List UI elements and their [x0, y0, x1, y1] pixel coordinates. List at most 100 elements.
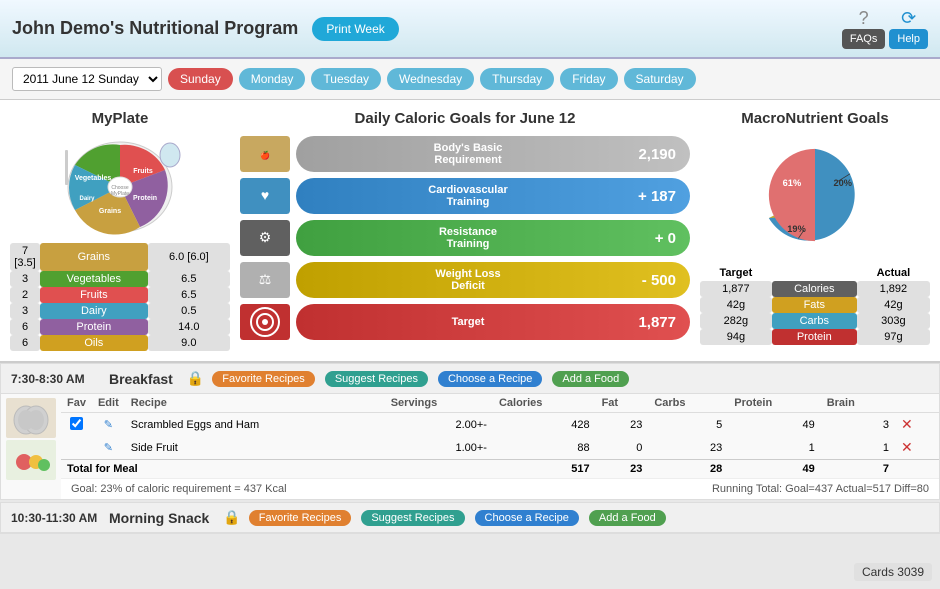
- friday-button[interactable]: Friday: [560, 68, 617, 90]
- faqs-button[interactable]: FAQs: [842, 29, 886, 49]
- morning-snack-header: 10:30-11:30 AM Morning Snack 🔒 Favorite …: [1, 503, 939, 533]
- myplate-table: 7 [3.5] Grains 6.0 [6.0] 3 Vegetables 6.…: [10, 243, 230, 351]
- breakfast-add-food-button[interactable]: Add a Food: [552, 371, 629, 387]
- caloric-img-resistance: ⚙: [240, 220, 290, 256]
- tuesday-button[interactable]: Tuesday: [311, 68, 381, 90]
- saturday-button[interactable]: Saturday: [624, 68, 696, 90]
- caloric-img-deficit: ⚖: [240, 262, 290, 298]
- caloric-row-cardio: ♥ CardiovascularTraining + 187: [240, 177, 690, 215]
- breakfast-section: 7:30-8:30 AM Breakfast 🔒 Favorite Recipe…: [0, 363, 940, 500]
- breakfast-name: Breakfast: [109, 371, 173, 387]
- fruit-delete-button[interactable]: ✕: [901, 439, 913, 456]
- svg-text:19%: 19%: [787, 224, 805, 234]
- macro-title: MacroNutrient Goals: [700, 110, 930, 127]
- lock-icon: 🔒: [187, 370, 204, 387]
- breakfast-total-label: Total for Meal: [61, 460, 385, 479]
- monday-button[interactable]: Monday: [239, 68, 306, 90]
- caloric-row-deficit: ⚖ Weight LossDeficit - 500: [240, 261, 690, 299]
- morning-snack-name: Morning Snack: [109, 510, 209, 526]
- header-icons: ? FAQs ⟳ Help: [842, 8, 928, 49]
- svg-text:⚙: ⚙: [259, 229, 272, 245]
- fruit-protein: 1: [728, 436, 820, 460]
- col-fat: Fat: [596, 394, 649, 413]
- myplate-dairy-row: 3 Dairy 0.5: [10, 303, 230, 319]
- fruit-edit-icon[interactable]: ✎: [104, 442, 113, 454]
- macro-section: MacroNutrient Goals 61% 19% 20%: [700, 110, 930, 351]
- caloric-img-basic: 🍎: [240, 136, 290, 172]
- breakfast-time: 7:30-8:30 AM: [11, 372, 101, 386]
- svg-text:♥: ♥: [261, 187, 269, 203]
- caloric-bar-target: Target 1,877: [296, 304, 690, 340]
- breakfast-total-row: Total for Meal 517 23 28 49 7: [61, 460, 939, 479]
- myplate-section: MyPlate: [10, 110, 230, 351]
- breakfast-table-header: Fav Edit Recipe Servings Calories Fat Ca…: [61, 394, 939, 413]
- snack-favorite-recipes-button[interactable]: Favorite Recipes: [249, 510, 352, 526]
- svg-text:20%: 20%: [833, 178, 851, 188]
- breakfast-total-calories: 517: [493, 460, 596, 479]
- breakfast-table-container: Fav Edit Recipe Servings Calories Fat Ca…: [61, 394, 939, 499]
- eggs-protein: 49: [728, 413, 820, 437]
- fruit-carbs: 23: [648, 436, 728, 460]
- caloric-rows: 🍎 Body's BasicRequirement 2,190 ♥ Cardio…: [240, 135, 690, 341]
- app-title: John Demo's Nutritional Program: [12, 18, 298, 39]
- date-select[interactable]: 2011 June 12 Sunday: [12, 67, 162, 91]
- macro-table: Target Actual 1,877 Calories 1,892 42g F…: [700, 265, 930, 345]
- myplate-grains-row: 7 [3.5] Grains 6.0 [6.0]: [10, 243, 230, 271]
- snack-suggest-recipes-button[interactable]: Suggest Recipes: [361, 510, 464, 526]
- print-week-button[interactable]: Print Week: [312, 17, 398, 41]
- col-edit: Edit: [92, 394, 125, 413]
- breakfast-suggest-recipes-button[interactable]: Suggest Recipes: [325, 371, 428, 387]
- side-fruit-img: [6, 440, 56, 480]
- pie-svg: 61% 19% 20%: [740, 135, 890, 255]
- macro-calories-row: 1,877 Calories 1,892: [700, 281, 930, 297]
- snack-add-food-button[interactable]: Add a Food: [589, 510, 666, 526]
- eggs-recipe-name: Scrambled Eggs and Ham: [125, 413, 385, 437]
- col-fav: Fav: [61, 394, 92, 413]
- macro-col-actual: Actual: [857, 265, 930, 281]
- fruit-recipe-name: Side Fruit: [125, 436, 385, 460]
- pie-chart: 61% 19% 20%: [740, 135, 890, 255]
- myplate-image: Vegetables Fruits Protein Grains Dairy C…: [55, 135, 185, 235]
- morning-snack-section: 10:30-11:30 AM Morning Snack 🔒 Favorite …: [0, 502, 940, 534]
- col-calories: Calories: [493, 394, 596, 413]
- eggs-delete-button[interactable]: ✕: [901, 416, 913, 433]
- cards-label: Cards 3039: [854, 563, 932, 581]
- col-recipe: Recipe: [125, 394, 385, 413]
- breakfast-images: [1, 394, 61, 499]
- svg-text:⚖: ⚖: [259, 271, 272, 287]
- fruit-servings: 1.00+-: [385, 436, 493, 460]
- eggs-edit-icon[interactable]: ✎: [104, 419, 113, 431]
- main-content: MyPlate: [0, 100, 940, 363]
- macro-carbs-row: 282g Carbs 303g: [700, 313, 930, 329]
- svg-text:61%: 61%: [783, 178, 801, 188]
- myplate-vegetables-row: 3 Vegetables 6.5: [10, 271, 230, 287]
- day-navigation: 2011 June 12 Sunday Sunday Monday Tuesda…: [0, 59, 940, 100]
- snack-choose-recipe-button[interactable]: Choose a Recipe: [475, 510, 579, 526]
- breakfast-table: Fav Edit Recipe Servings Calories Fat Ca…: [61, 394, 939, 478]
- svg-text:Protein: Protein: [133, 195, 157, 202]
- sunday-button[interactable]: Sunday: [168, 68, 233, 90]
- caloric-row-target: Target 1,877: [240, 303, 690, 341]
- breakfast-choose-recipe-button[interactable]: Choose a Recipe: [438, 371, 542, 387]
- thursday-button[interactable]: Thursday: [480, 68, 554, 90]
- col-brain: Brain: [821, 394, 895, 413]
- fruit-brain: 1: [821, 436, 895, 460]
- svg-text:MyPlate: MyPlate: [111, 191, 129, 197]
- help-button[interactable]: Help: [889, 29, 928, 49]
- scrambled-eggs-img: [6, 398, 56, 438]
- breakfast-header: 7:30-8:30 AM Breakfast 🔒 Favorite Recipe…: [1, 364, 939, 394]
- svg-text:Vegetables: Vegetables: [75, 175, 112, 182]
- caloric-img-cardio: ♥: [240, 178, 290, 214]
- wednesday-button[interactable]: Wednesday: [387, 68, 474, 90]
- col-carbs: Carbs: [648, 394, 728, 413]
- eggs-servings: 2.00+-: [385, 413, 493, 437]
- eggs-fav-checkbox[interactable]: [70, 417, 83, 430]
- caloric-row-basic: 🍎 Body's BasicRequirement 2,190: [240, 135, 690, 173]
- breakfast-favorite-recipes-button[interactable]: Favorite Recipes: [212, 371, 315, 387]
- col-protein: Protein: [728, 394, 820, 413]
- caloric-section: Daily Caloric Goals for June 12 🍎 Body's…: [240, 110, 690, 351]
- fruit-calories: 88: [493, 436, 596, 460]
- svg-text:🍎: 🍎: [260, 150, 270, 160]
- breakfast-total-fat: 23: [596, 460, 649, 479]
- eggs-fat: 23: [596, 413, 649, 437]
